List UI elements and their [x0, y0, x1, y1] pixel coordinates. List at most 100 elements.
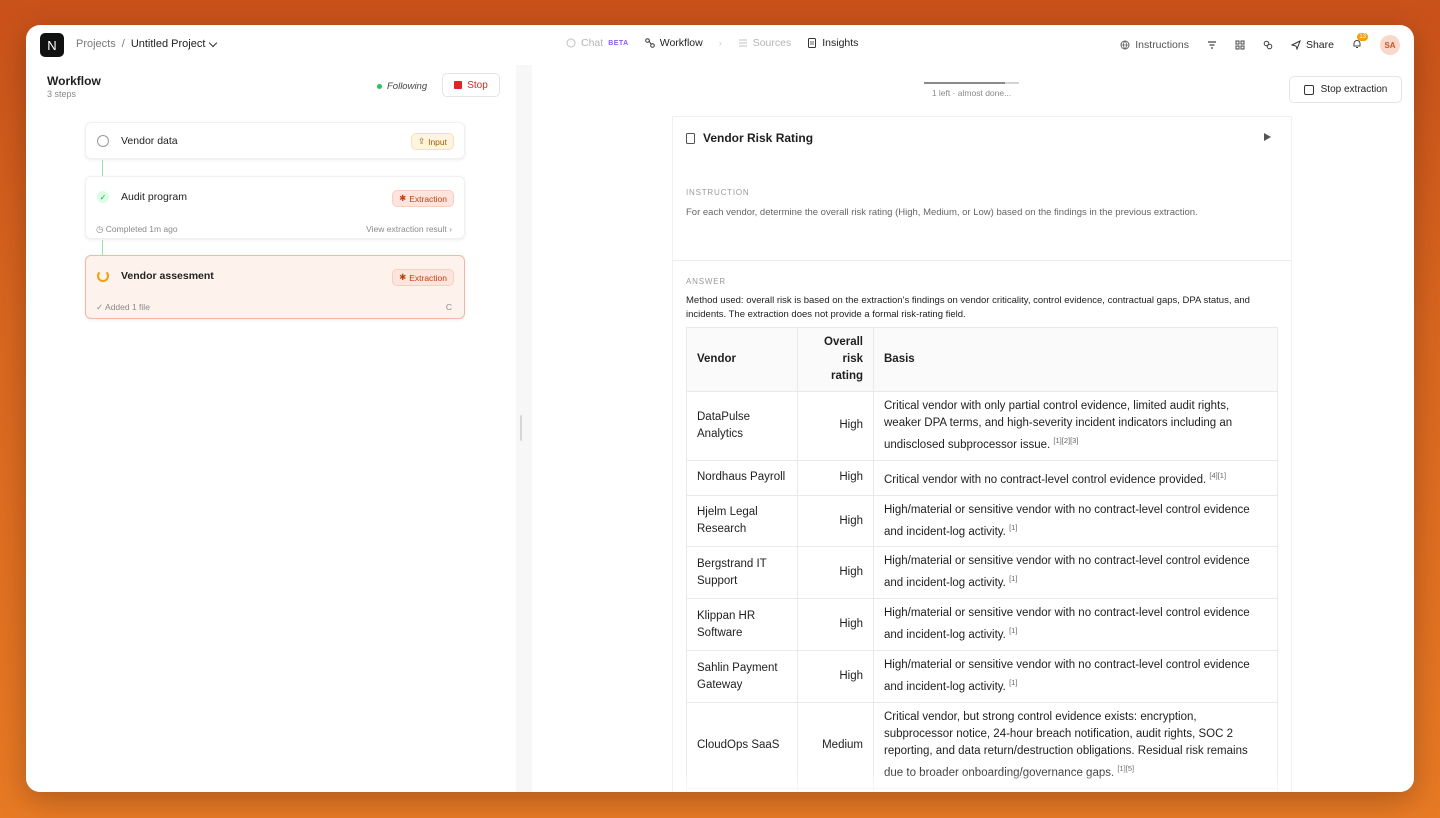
citation-refs[interactable]: [4][1]	[1209, 471, 1226, 480]
table-row: Klippan HR Software High High/material or …	[686, 598, 1278, 652]
instructions-button[interactable]: Instructions	[1120, 39, 1189, 51]
project-name: Untitled Project	[130, 38, 206, 50]
stop-extraction-button[interactable]: Stop extraction	[1289, 76, 1402, 103]
citation-refs[interactable]: [1]	[1009, 626, 1017, 635]
check-small-icon: ✓	[96, 302, 104, 312]
cell-rating: High	[797, 650, 874, 703]
clock-icon: ◷	[96, 224, 104, 234]
citation-refs[interactable]: [1][2][3]	[1053, 436, 1078, 445]
step-badge-input: ⇪ Input	[410, 133, 454, 150]
play-icon[interactable]	[1264, 133, 1271, 141]
card-header: Vendor Risk Rating	[686, 131, 813, 145]
top-bar: N Projects / Untitled Project Chat BETA …	[26, 25, 1414, 65]
workflow-title: Workflow	[47, 74, 101, 88]
cell-basis: Critical vendor with only partial contro…	[873, 391, 1278, 461]
table-body: DataPulse Analytics High Critical vendor w…	[686, 391, 1278, 792]
instruction-label: INSTRUCTION	[686, 188, 750, 197]
following-label: Following	[387, 81, 428, 92]
sparkle-icon: ✱	[399, 193, 407, 203]
following-status: Following	[377, 81, 427, 92]
send-icon	[1290, 40, 1301, 50]
pending-circle-icon	[97, 135, 109, 147]
chevron-down-icon	[209, 38, 218, 47]
document-icon	[686, 132, 695, 144]
cell-basis: High/material or sensitive vendor with n…	[873, 650, 1278, 703]
chevron-right-icon: ›	[449, 224, 452, 234]
table-row: Hjelm Legal Research High High/material or…	[686, 494, 1278, 548]
tab-sources[interactable]: Sources	[738, 37, 792, 49]
workflow-step-vendor-data[interactable]: Vendor data ⇪ Input	[85, 122, 465, 159]
workflow-step-audit-program[interactable]: ✓ Audit program ✱ Extraction ◷ Completed…	[85, 176, 465, 239]
view-extraction-result-link[interactable]: View extraction result ›	[366, 224, 452, 234]
document-icon	[808, 38, 817, 48]
breadcrumb-projects[interactable]: Projects	[76, 38, 116, 50]
main-nav: Chat BETA Workflow › Sources Insights	[566, 37, 858, 49]
grid-icon[interactable]	[1235, 40, 1245, 50]
checkbox-icon	[1303, 84, 1314, 95]
stop-label: Stop	[467, 79, 488, 91]
scroll-fade	[673, 767, 1291, 792]
tab-sources-label: Sources	[752, 37, 792, 49]
basis-text: High/material or sensitive vendor with n…	[884, 555, 1250, 590]
cell-vendor: Klippan HR Software	[686, 598, 798, 652]
step-added-files: ✓ Added 1 file	[96, 302, 150, 313]
tab-workflow[interactable]: Workflow	[644, 37, 703, 49]
sparkle-icon: ✱	[399, 272, 407, 282]
tab-insights-label: Insights	[822, 37, 859, 49]
cell-basis: High/material or sensitive vendor with n…	[873, 546, 1278, 600]
result-card: Vendor Risk Rating INSTRUCTION For each …	[673, 117, 1291, 792]
step-meta-text: Added 1 file	[105, 302, 150, 312]
cell-rating: High	[797, 598, 874, 652]
step-connector	[102, 160, 103, 176]
column-header-vendor: Vendor	[686, 327, 798, 392]
step-connector	[102, 240, 103, 255]
notifications-button[interactable]: 13	[1352, 32, 1368, 52]
cell-basis: Critical vendor with no contract-level c…	[873, 459, 1278, 496]
workflow-step-vendor-assessment[interactable]: Vendor assesment ✱ Extraction ✓ Added 1 …	[85, 255, 465, 319]
status-dot-icon	[377, 84, 382, 89]
tab-insights[interactable]: Insights	[807, 37, 858, 49]
filter-icon[interactable]	[1207, 40, 1217, 50]
pane-divider[interactable]	[516, 65, 532, 792]
tab-chat[interactable]: Chat BETA	[566, 37, 629, 49]
basis-text: Critical vendor with no contract-level c…	[884, 473, 1207, 486]
cell-vendor: Sahlin Payment Gateway	[686, 650, 798, 703]
basis-text: High/material or sensitive vendor with n…	[884, 659, 1250, 693]
extraction-progress-bar	[924, 82, 1019, 84]
cell-vendor: Nordhaus Payroll	[686, 459, 798, 496]
citation-refs[interactable]: [1]	[1009, 574, 1017, 583]
basis-text: High/material or sensitive vendor with n…	[884, 607, 1250, 642]
step-badge-label: Input	[428, 136, 447, 147]
cell-vendor: Bergstrand IT Support	[686, 546, 798, 600]
sources-icon	[738, 39, 747, 47]
chevron-right-icon: ›	[718, 38, 722, 48]
stop-button[interactable]: Stop	[442, 73, 500, 97]
avatar[interactable]: SA	[1380, 35, 1400, 55]
app-logo[interactable]: N	[40, 33, 64, 57]
resize-handle[interactable]	[520, 415, 522, 441]
workflow-icon	[644, 38, 655, 48]
workflow-panel: Workflow 3 steps Following Stop Vendor d…	[26, 65, 516, 792]
share-button[interactable]: Share	[1290, 39, 1334, 51]
step-completed-time: ◷ Completed 1m ago	[96, 224, 178, 235]
cell-rating: High	[797, 391, 874, 461]
table-row: Nordhaus Payroll High Critical vendor with…	[686, 459, 1278, 496]
project-selector[interactable]: Untitled Project	[130, 38, 218, 50]
app-window: N Projects / Untitled Project Chat BETA …	[26, 25, 1414, 792]
cell-vendor: DataPulse Analytics	[686, 391, 798, 461]
table-row: Sahlin Payment Gateway High High/material …	[686, 650, 1278, 703]
column-header-basis: Basis	[873, 327, 1278, 392]
link-icon[interactable]	[1263, 40, 1273, 50]
globe-icon	[1120, 40, 1130, 50]
cell-basis: High/material or sensitive vendor with n…	[873, 598, 1278, 652]
tab-chat-label: Chat	[581, 37, 604, 49]
answer-label: ANSWER	[686, 277, 726, 286]
citation-refs[interactable]: [1]	[1009, 523, 1017, 532]
progress-fill	[924, 82, 1005, 84]
step-name: Audit program	[121, 191, 187, 203]
instruction-text: For each vendor, determine the overall r…	[686, 207, 1198, 218]
header-actions: Instructions Share 13 SA	[1120, 32, 1400, 55]
table-header-row: Vendor Overall risk rating Basis	[686, 327, 1278, 392]
citation-refs[interactable]: [1]	[1009, 678, 1017, 687]
view-result-label: View extraction result	[366, 224, 447, 234]
